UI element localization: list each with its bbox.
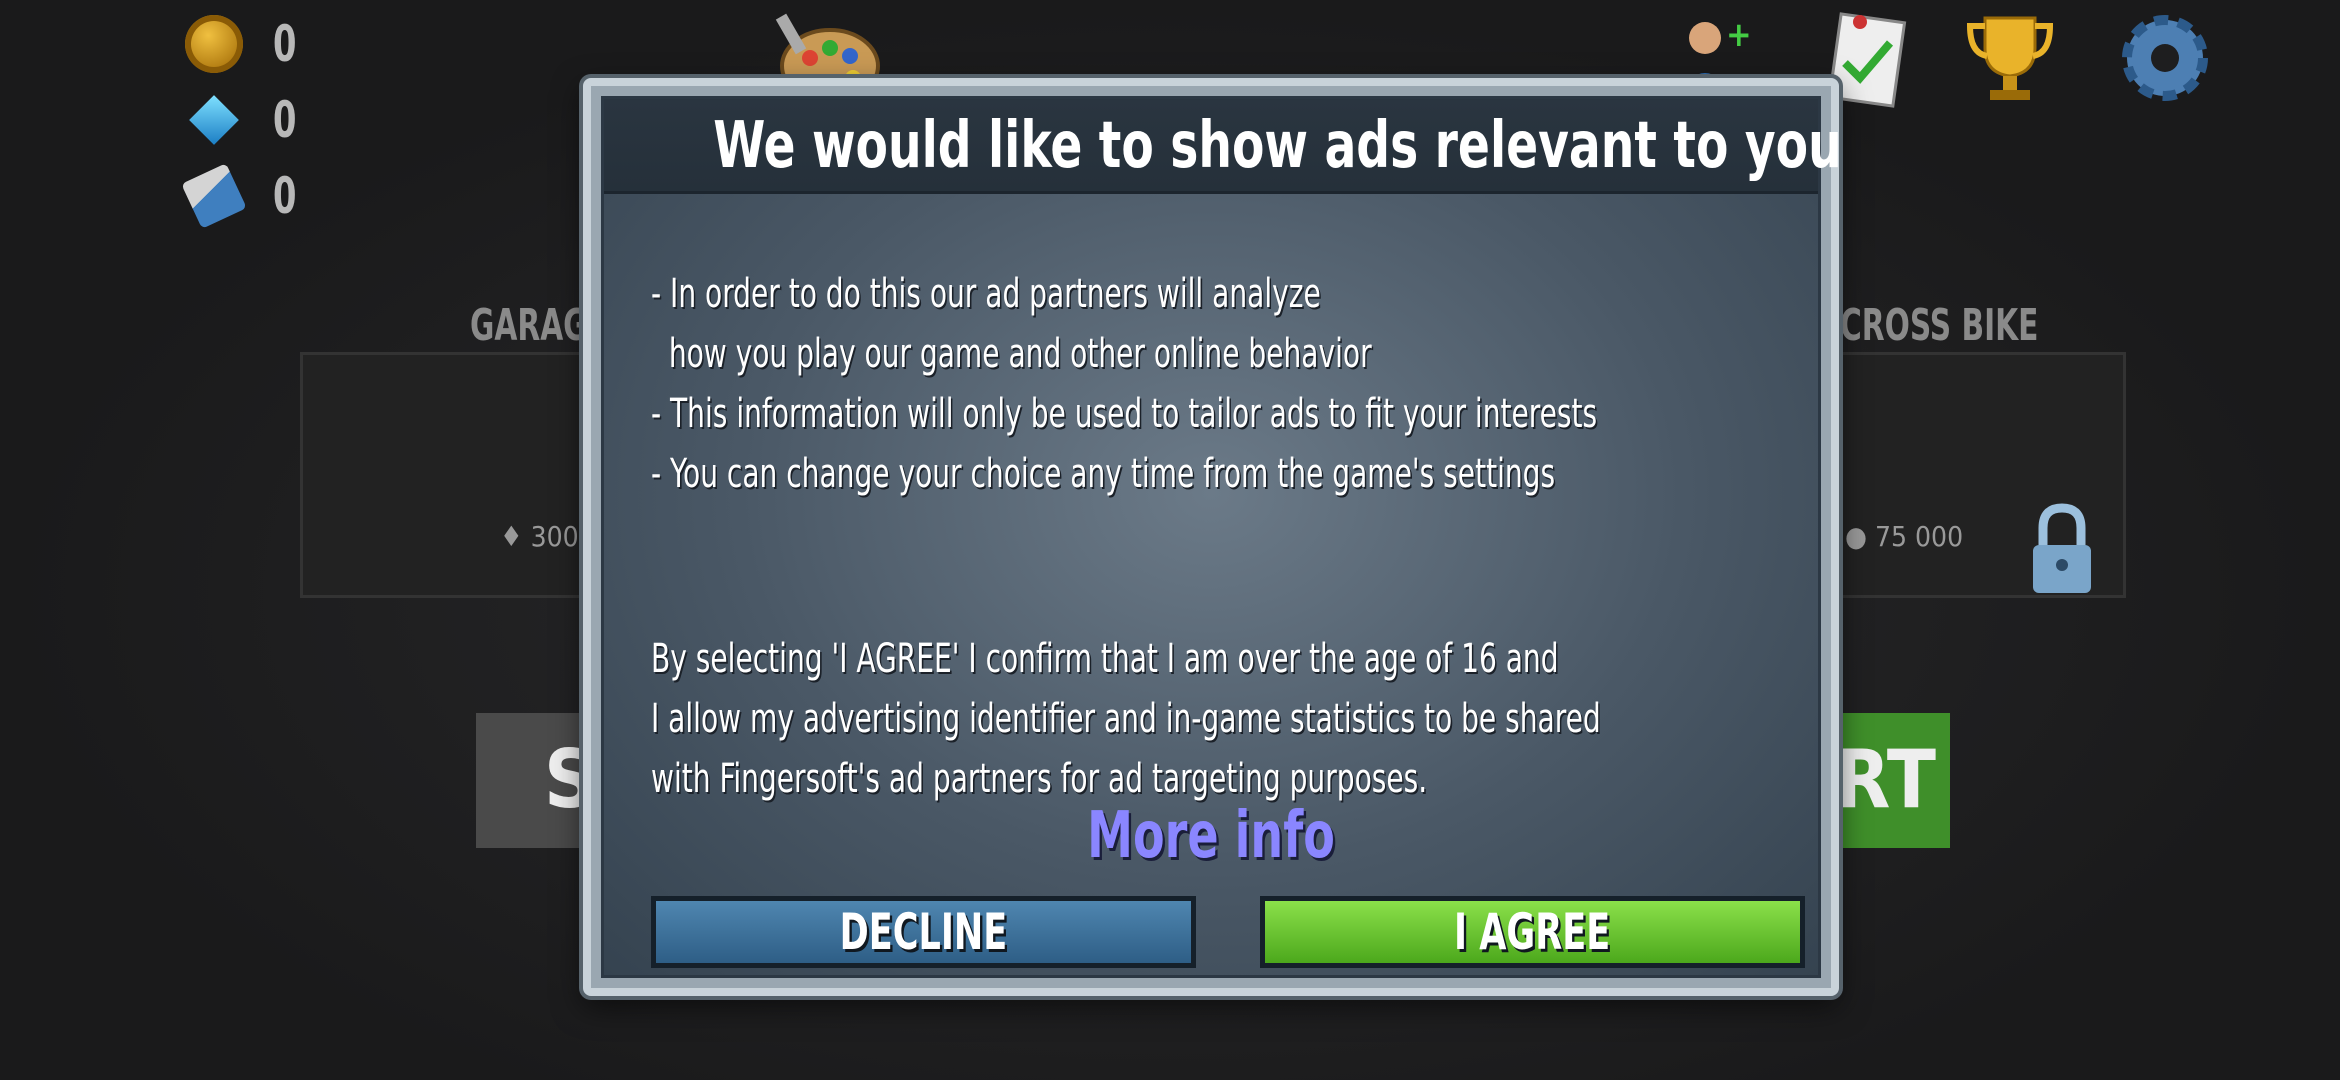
gem-icon [189, 95, 239, 145]
garage-price-value: 300 [530, 520, 579, 553]
cross-bike-price-value: 75 000 [1874, 520, 1964, 553]
dialog-title-bar: We would like to show ads relevant to yo… [604, 99, 1842, 194]
start-button-label: RT [1835, 733, 1936, 826]
svg-text:+: + [1726, 15, 1752, 55]
garage-vehicle-card[interactable] [300, 352, 596, 598]
settings-gear-icon[interactable] [2110, 8, 2220, 108]
paint-count: 0 [273, 167, 297, 225]
gem-counter: 0 [185, 88, 304, 152]
bullet-1-cont: how you play our game and other online b… [651, 331, 1372, 377]
ad-consent-dialog: We would like to show ads relevant to yo… [583, 78, 1842, 996]
bullet-2: - This information will only be used to … [651, 391, 1598, 437]
bullet-1: - In order to do this our ad partners wi… [651, 271, 1321, 317]
dialog-title: We would like to show ads relevant to yo… [713, 109, 1842, 183]
left-bg-button[interactable]: S [476, 713, 596, 848]
agree-button-label: I AGREE [1454, 903, 1611, 961]
paint-bucket-icon [181, 163, 247, 229]
consent-line-2: I allow my advertising identifier and in… [651, 696, 1601, 742]
coin-icon [185, 15, 243, 73]
garage-label: GARAG [470, 300, 588, 351]
trophy-icon[interactable] [1955, 8, 2065, 108]
lock-icon [2033, 503, 2091, 593]
cross-bike-label: CROSS BIKE [1840, 300, 2039, 351]
more-info-link[interactable]: More info [725, 799, 1696, 873]
decline-button-label: DECLINE [839, 903, 1008, 961]
decline-button[interactable]: DECLINE [651, 896, 1196, 968]
cross-bike-price: ● 75 000 [1845, 520, 1964, 553]
coin-counter: 0 [185, 12, 304, 76]
gem-count: 0 [273, 91, 297, 149]
consent-line-1: By selecting 'I AGREE' I confirm that I … [651, 636, 1559, 682]
start-button[interactable]: RT [1835, 713, 1950, 848]
paint-counter: 0 [181, 163, 304, 229]
bullet-3: - You can change your choice any time fr… [651, 451, 1556, 497]
coin-count: 0 [273, 15, 297, 73]
garage-price: ♦ 300 [500, 520, 579, 553]
dialog-panel: We would like to show ads relevant to yo… [601, 96, 1842, 978]
agree-button[interactable]: I AGREE [1260, 896, 1805, 968]
